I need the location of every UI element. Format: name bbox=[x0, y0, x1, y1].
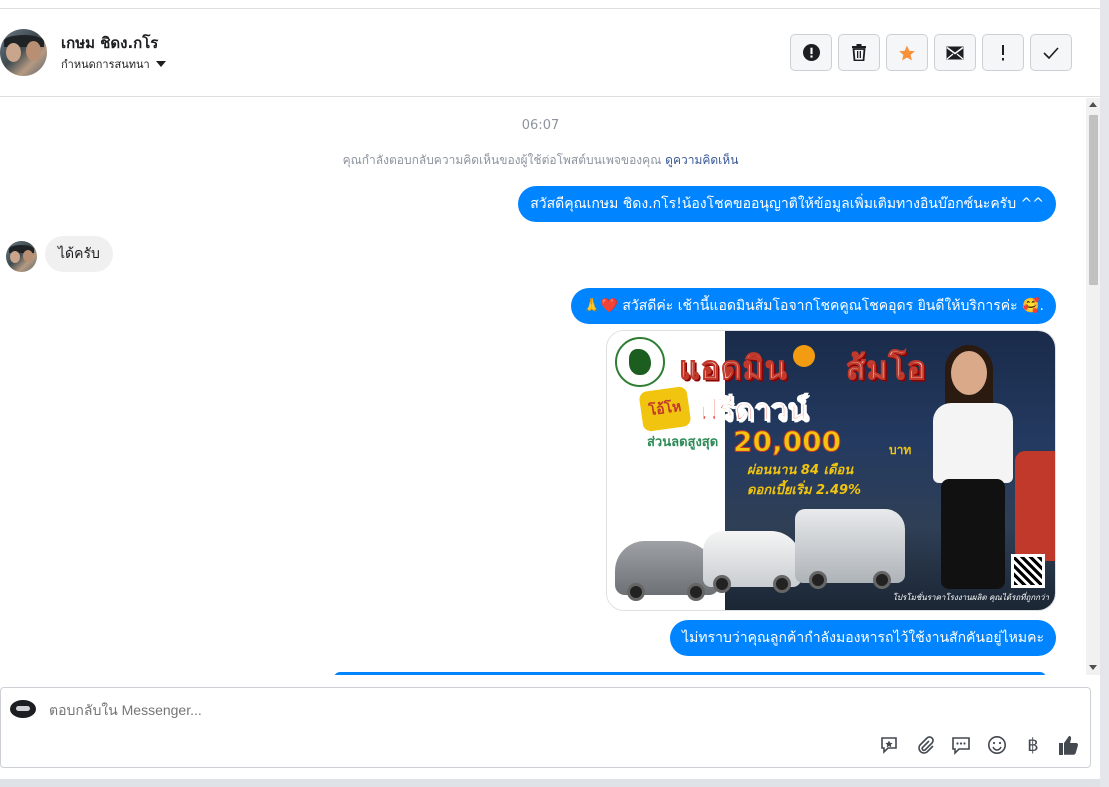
mark-unread-button[interactable] bbox=[934, 34, 976, 71]
orange-icon bbox=[793, 345, 815, 367]
white-pickup bbox=[703, 531, 801, 593]
outgoing-message[interactable]: 🙏❤️ สวัสดีค่ะ เช้านี้แอดมินส้มโอจากโชคคู… bbox=[571, 288, 1056, 324]
important-button[interactable] bbox=[982, 34, 1024, 71]
conversation-toolbar bbox=[790, 34, 1072, 71]
star-button[interactable] bbox=[886, 34, 928, 71]
emoji-icon[interactable] bbox=[986, 734, 1008, 756]
comment-reply-notice: คุณกำลังตอบกลับความคิดเห็นของผู้ใช้ต่อโพ… bbox=[0, 151, 1081, 170]
baht-icon[interactable]: ฿ bbox=[1022, 734, 1044, 756]
bottom-edge bbox=[0, 779, 1100, 787]
dealer-logo bbox=[615, 337, 665, 387]
qr-code bbox=[1011, 554, 1045, 588]
window-edge bbox=[1100, 0, 1109, 787]
incoming-message[interactable]: ได้ครับ bbox=[45, 236, 113, 272]
outgoing-message-partial bbox=[334, 672, 1046, 675]
delete-button[interactable] bbox=[838, 34, 880, 71]
promo-image[interactable]: แอดมิน ส้มโอ โอ้โห ฟรีดาวน์ ส่วนลดสูงสุด… bbox=[606, 330, 1056, 611]
installment-text: ผ่อนนาน 84 เดือน bbox=[747, 463, 854, 478]
scroll-thumb[interactable] bbox=[1089, 115, 1098, 285]
quick-reply-icon[interactable] bbox=[950, 734, 972, 756]
discount-label: ส่วนลดสูงสุด bbox=[647, 435, 719, 450]
presenter-figure bbox=[927, 341, 1019, 601]
outgoing-message[interactable]: ไม่ทราบว่าคุณลูกค้ากำลังมองหารถไว้ใช้งาน… bbox=[670, 620, 1056, 656]
conversation-header: เกษม ชิดง.กโร กำหนดการสนทนา bbox=[0, 9, 1100, 97]
contact-avatar[interactable] bbox=[0, 29, 47, 76]
composer-actions: ฿ bbox=[878, 734, 1080, 756]
thumbs-up-icon[interactable] bbox=[1058, 734, 1080, 756]
reply-input[interactable] bbox=[49, 702, 749, 718]
inbox-window: เกษม ชิดง.กโร กำหนดการสนทนา 06:07 คุณกำล… bbox=[0, 0, 1109, 787]
message-timestamp: 06:07 bbox=[521, 118, 560, 133]
reply-composer: ฿ bbox=[0, 687, 1091, 768]
message-thread[interactable]: 06:07 คุณกำลังตอบกลับความคิดเห็นของผู้ใช… bbox=[0, 98, 1086, 675]
scroll-down-arrow-icon[interactable] bbox=[1089, 665, 1097, 670]
assign-label: กำหนดการสนทนา bbox=[61, 58, 150, 71]
check-icon bbox=[1043, 46, 1059, 59]
sender-avatar[interactable] bbox=[6, 241, 37, 272]
interest-text: ดอกเบี้ยเริ่ม 2.49% bbox=[747, 483, 862, 498]
silver-pickup bbox=[795, 509, 905, 589]
promo-footer: โปรโมชั่นราคาโรงงานผลิต คุณได้รถที่ถูกกว… bbox=[892, 593, 1049, 602]
report-spam-button[interactable] bbox=[790, 34, 832, 71]
thread-scrollbar[interactable] bbox=[1086, 98, 1100, 675]
caret-down-icon bbox=[155, 61, 166, 67]
envelope-icon bbox=[946, 46, 964, 59]
exclamation-icon bbox=[1002, 44, 1004, 60]
discount-amount: 20,000 bbox=[732, 425, 842, 459]
outgoing-message[interactable]: สวัสดีคุณเกษม ชิดง.กโร!น้องโชคขออนุญาติใ… bbox=[518, 186, 1056, 222]
attachment-icon[interactable] bbox=[914, 734, 936, 756]
trash-icon bbox=[852, 44, 866, 61]
view-comment-link[interactable]: ดูความคิดเห็น bbox=[665, 153, 738, 167]
star-icon bbox=[899, 45, 915, 60]
scroll-up-arrow-icon[interactable] bbox=[1089, 102, 1097, 107]
saved-reply-icon[interactable] bbox=[878, 734, 900, 756]
contact-name[interactable]: เกษม ชิดง.กโร bbox=[61, 31, 158, 55]
alert-circle-icon bbox=[802, 44, 820, 61]
offer-badge: โอ้โห bbox=[638, 385, 692, 433]
mark-done-button[interactable] bbox=[1030, 34, 1072, 71]
page-avatar bbox=[10, 700, 36, 718]
notice-text: คุณกำลังตอบกลับความคิดเห็นของผู้ใช้ต่อโพ… bbox=[342, 153, 662, 167]
assign-conversation-dropdown[interactable]: กำหนดการสนทนา bbox=[61, 55, 166, 73]
currency-label: บาท bbox=[889, 443, 912, 457]
